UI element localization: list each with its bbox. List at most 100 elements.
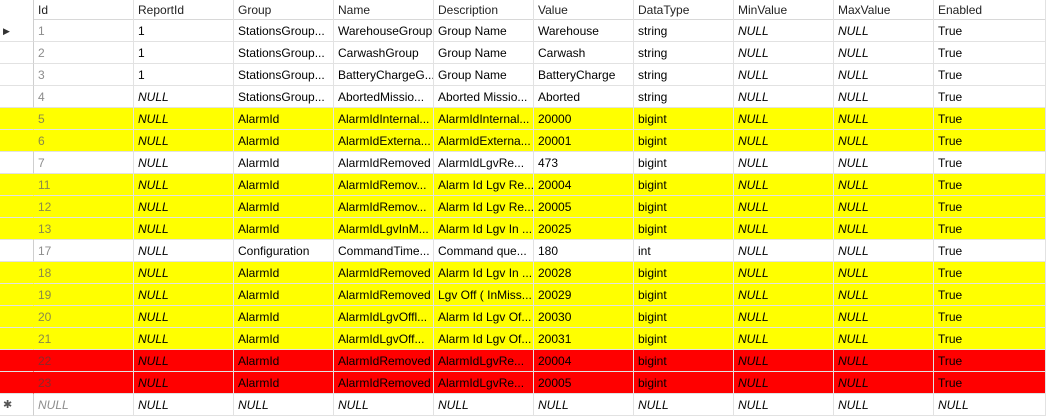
row-selector[interactable] (0, 218, 34, 240)
cell-datatype[interactable]: string (634, 42, 734, 64)
cell-value[interactable]: Carwash (534, 42, 634, 64)
cell-maxvalue[interactable]: NULL (834, 196, 934, 218)
cell-maxvalue[interactable]: NULL (834, 328, 934, 350)
cell-id[interactable]: 13 (34, 218, 134, 240)
cell-maxvalue[interactable]: NULL (834, 394, 934, 416)
cell-enabled[interactable]: True (934, 350, 1046, 372)
cell-value[interactable]: 20005 (534, 196, 634, 218)
cell-reportid[interactable]: NULL (134, 108, 234, 130)
cell-reportid[interactable]: NULL (134, 394, 234, 416)
cell-name[interactable]: BatteryChargeG... (334, 64, 434, 86)
cell-name[interactable]: AlarmIdLgvOff... (334, 328, 434, 350)
cell-value[interactable]: 20000 (534, 108, 634, 130)
cell-description[interactable]: AlarmIdLgvRe... (434, 152, 534, 174)
column-header-reportid[interactable]: ReportId (134, 0, 234, 20)
cell-name[interactable]: AbortedMissio... (334, 86, 434, 108)
cell-id[interactable]: NULL (34, 394, 134, 416)
cell-group[interactable]: Configuration (234, 240, 334, 262)
column-header-description[interactable]: Description (434, 0, 534, 20)
cell-value[interactable]: 20001 (534, 130, 634, 152)
cell-datatype[interactable]: bigint (634, 306, 734, 328)
column-header-group[interactable]: Group (234, 0, 334, 20)
cell-enabled[interactable]: True (934, 42, 1046, 64)
cell-id[interactable]: 18 (34, 262, 134, 284)
cell-reportid[interactable]: NULL (134, 196, 234, 218)
cell-reportid[interactable]: NULL (134, 240, 234, 262)
cell-minvalue[interactable]: NULL (734, 108, 834, 130)
column-header-enabled[interactable]: Enabled (934, 0, 1046, 20)
column-header-datatype[interactable]: DataType (634, 0, 734, 20)
cell-enabled[interactable]: True (934, 372, 1046, 394)
cell-value[interactable]: 20029 (534, 284, 634, 306)
cell-name[interactable]: AlarmIdRemoved (334, 350, 434, 372)
cell-group[interactable]: AlarmId (234, 262, 334, 284)
row-selector[interactable] (0, 196, 34, 218)
cell-datatype[interactable]: string (634, 86, 734, 108)
cell-minvalue[interactable]: NULL (734, 86, 834, 108)
cell-datatype[interactable]: bigint (634, 350, 734, 372)
cell-datatype[interactable]: bigint (634, 108, 734, 130)
cell-name[interactable]: AlarmIdRemoved (334, 152, 434, 174)
cell-minvalue[interactable]: NULL (734, 152, 834, 174)
cell-minvalue[interactable]: NULL (734, 64, 834, 86)
cell-enabled[interactable]: True (934, 218, 1046, 240)
cell-value[interactable]: 20004 (534, 350, 634, 372)
row-selector[interactable] (0, 372, 34, 394)
cell-enabled[interactable]: True (934, 130, 1046, 152)
cell-reportid[interactable]: NULL (134, 372, 234, 394)
table-row[interactable]: 21 NULL AlarmId AlarmIdLgvOff... Alarm Id Lg… (0, 328, 1046, 350)
cell-maxvalue[interactable]: NULL (834, 174, 934, 196)
cell-name[interactable]: AlarmIdLgvInM... (334, 218, 434, 240)
row-selector[interactable] (0, 130, 34, 152)
cell-group[interactable]: AlarmId (234, 328, 334, 350)
cell-description[interactable]: Alarm Id Lgv Of... (434, 328, 534, 350)
cell-id[interactable]: 17 (34, 240, 134, 262)
cell-datatype[interactable]: string (634, 64, 734, 86)
cell-enabled[interactable]: NULL (934, 394, 1046, 416)
cell-datatype[interactable]: int (634, 240, 734, 262)
table-row[interactable]: 12 NULL AlarmId AlarmIdRemov... Alarm Id Lgv… (0, 196, 1046, 218)
row-selector[interactable] (0, 42, 34, 64)
cell-enabled[interactable]: True (934, 86, 1046, 108)
cell-reportid[interactable]: NULL (134, 262, 234, 284)
cell-id[interactable]: 2 (34, 42, 134, 64)
cell-datatype[interactable]: bigint (634, 372, 734, 394)
cell-value[interactable]: 20004 (534, 174, 634, 196)
cell-name[interactable]: AlarmIdRemoved (334, 262, 434, 284)
cell-reportid[interactable]: NULL (134, 174, 234, 196)
cell-reportid[interactable]: NULL (134, 152, 234, 174)
cell-group[interactable]: AlarmId (234, 306, 334, 328)
cell-name[interactable]: CommandTime... (334, 240, 434, 262)
row-selector[interactable]: ▶ (0, 20, 34, 42)
cell-value[interactable]: 20025 (534, 218, 634, 240)
cell-minvalue[interactable]: NULL (734, 350, 834, 372)
table-row[interactable]: 13 NULL AlarmId AlarmIdLgvInM... Alarm Id Lg… (0, 218, 1046, 240)
cell-datatype[interactable]: bigint (634, 130, 734, 152)
cell-enabled[interactable]: True (934, 328, 1046, 350)
cell-name[interactable]: AlarmIdRemoved (334, 284, 434, 306)
table-row[interactable]: 11 NULL AlarmId AlarmIdRemov... Alarm Id Lgv… (0, 174, 1046, 196)
cell-id[interactable]: 19 (34, 284, 134, 306)
cell-description[interactable]: Lgv Off ( InMiss... (434, 284, 534, 306)
cell-value[interactable]: Aborted (534, 86, 634, 108)
table-row[interactable]: 6 NULL AlarmId AlarmIdExterna... AlarmIdExte… (0, 130, 1046, 152)
cell-value[interactable]: 20005 (534, 372, 634, 394)
cell-datatype[interactable]: string (634, 20, 734, 42)
cell-value[interactable]: 180 (534, 240, 634, 262)
cell-minvalue[interactable]: NULL (734, 218, 834, 240)
cell-name[interactable]: WarehouseGroup (334, 20, 434, 42)
cell-minvalue[interactable]: NULL (734, 262, 834, 284)
cell-name[interactable]: AlarmIdLgvOffl... (334, 306, 434, 328)
cell-name[interactable]: AlarmIdExterna... (334, 130, 434, 152)
table-row[interactable]: 3 1 StationsGroup... BatteryChargeG... Group… (0, 64, 1046, 86)
cell-maxvalue[interactable]: NULL (834, 108, 934, 130)
cell-value[interactable]: Warehouse (534, 20, 634, 42)
table-row[interactable]: 23 NULL AlarmId AlarmIdRemoved AlarmIdLgvRe.… (0, 372, 1046, 394)
cell-enabled[interactable]: True (934, 64, 1046, 86)
cell-name[interactable]: NULL (334, 394, 434, 416)
cell-name[interactable]: AlarmIdInternal... (334, 108, 434, 130)
cell-maxvalue[interactable]: NULL (834, 86, 934, 108)
cell-value[interactable]: BatteryCharge (534, 64, 634, 86)
cell-minvalue[interactable]: NULL (734, 174, 834, 196)
cell-datatype[interactable]: bigint (634, 196, 734, 218)
